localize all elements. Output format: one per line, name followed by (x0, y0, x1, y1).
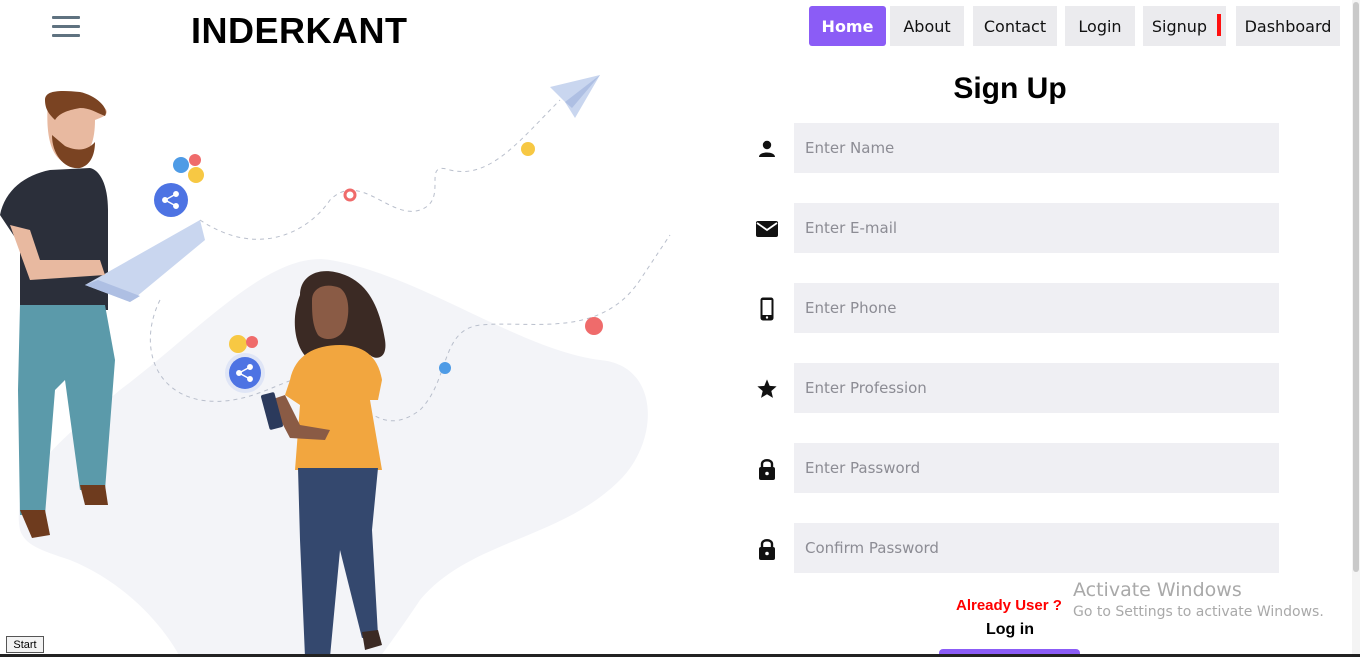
name-field[interactable] (794, 123, 1279, 173)
nav-contact-button[interactable]: Contact (973, 6, 1057, 46)
heart-icon (246, 336, 258, 348)
email-field[interactable] (794, 203, 1279, 253)
share-icon (229, 357, 261, 389)
login-link[interactable]: Log in (986, 621, 1034, 639)
like-icon (173, 157, 189, 173)
like-icon (439, 362, 451, 374)
nav-about-button[interactable]: About (890, 6, 964, 46)
start-button[interactable]: Start (6, 636, 44, 653)
hero-illustration (0, 75, 671, 657)
vertical-scrollbar-thumb[interactable] (1353, 2, 1359, 572)
heart-icon (189, 154, 201, 166)
nav-login-button[interactable]: Login (1065, 6, 1135, 46)
already-user-text: Already User ? (956, 597, 1062, 614)
profession-field[interactable] (794, 363, 1279, 413)
nav-signup-button[interactable]: Signup (1143, 6, 1226, 46)
dashed-trail (199, 99, 561, 240)
confirm-password-field[interactable] (794, 523, 1279, 573)
phone-field[interactable] (794, 283, 1279, 333)
heart-dot-icon (343, 188, 357, 202)
emoji-icon (521, 142, 535, 156)
emoji-icon (188, 167, 204, 183)
heart-icon (585, 317, 603, 335)
watermark-line-2: Go to Settings to activate Windows. (1073, 604, 1324, 620)
email-icon (754, 216, 780, 242)
phone-icon (754, 296, 780, 322)
top-nav: Home About Contact Login Signup Dashboar… (0, 6, 1360, 46)
star-icon (754, 376, 780, 402)
watermark-line-1: Activate Windows (1073, 579, 1242, 601)
nav-dashboard-button[interactable]: Dashboard (1236, 6, 1340, 46)
password-field[interactable] (794, 443, 1279, 493)
emoji-icon (229, 335, 247, 353)
lock-icon (754, 536, 780, 562)
share-icon (154, 183, 188, 217)
lock-icon (754, 456, 780, 482)
active-indicator (1217, 14, 1221, 36)
nav-home-button[interactable]: Home (809, 6, 886, 46)
activate-windows-watermark: Activate Windows Go to Settings to activ… (1073, 579, 1324, 620)
nav-signup-label: Signup (1151, 16, 1208, 36)
signup-title: Sign Up (953, 72, 1067, 105)
person-icon (754, 136, 780, 162)
